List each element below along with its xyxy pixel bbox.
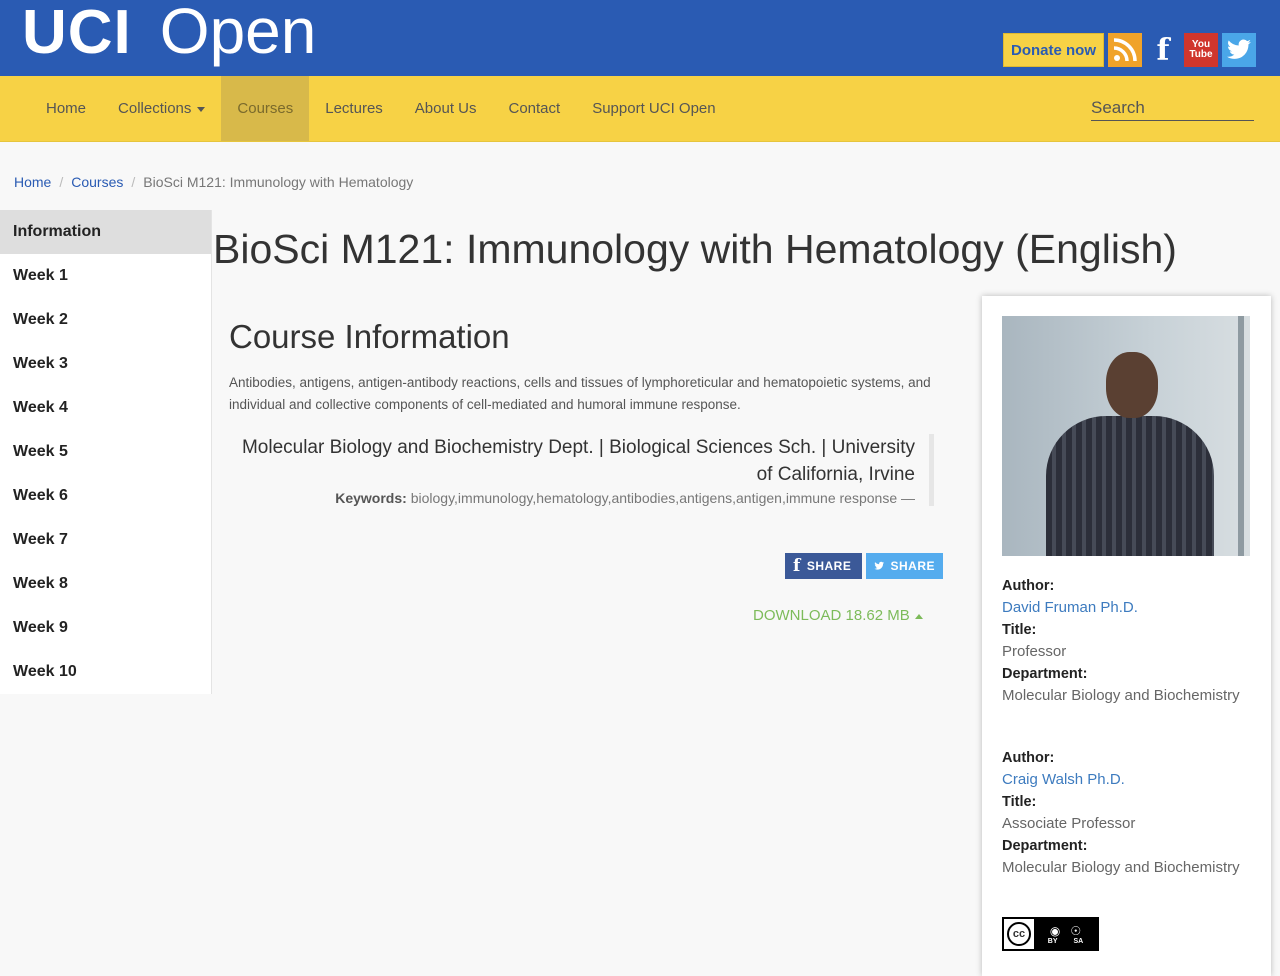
- author-name-link[interactable]: David Fruman Ph.D.: [1002, 597, 1262, 619]
- keywords-label: Keywords:: [335, 490, 407, 506]
- course-sidebar: Information Week 1 Week 2 Week 3 Week 4 …: [0, 210, 212, 694]
- youtube-tube: Tube: [1189, 49, 1213, 60]
- cc-by-icon: ◉: [1049, 923, 1061, 938]
- author-department: Molecular Biology and Biochemistry: [1002, 687, 1240, 704]
- author-label: Author:: [1002, 750, 1055, 766]
- title-label: Title:: [1002, 622, 1037, 638]
- sidebar-item-week-5[interactable]: Week 5: [0, 430, 211, 474]
- rss-glyph: [1113, 38, 1137, 62]
- sidebar-item-week-1[interactable]: Week 1: [0, 254, 211, 298]
- sidebar-item-week-3[interactable]: Week 3: [0, 342, 211, 386]
- facebook-icon[interactable]: f: [1146, 33, 1180, 68]
- social-links: Donate now f You Tube: [1003, 33, 1256, 68]
- nav-contact[interactable]: Contact: [493, 76, 577, 141]
- breadcrumb-home[interactable]: Home: [14, 174, 51, 190]
- photo-person-body: [1046, 416, 1214, 556]
- sidebar-item-week-4[interactable]: Week 4: [0, 386, 211, 430]
- facebook-share-label: SHARE: [806, 559, 852, 573]
- cc-term-icons: ◉ ☉: [1050, 924, 1081, 938]
- sidebar-item-week-7[interactable]: Week 7: [0, 518, 211, 562]
- author-photo: [1002, 316, 1250, 556]
- photo-background-pole: [1238, 316, 1244, 556]
- creative-commons-license-badge[interactable]: cc ◉ ☉ BY SA: [1002, 917, 1099, 951]
- cc-logo: cc: [1004, 919, 1034, 949]
- download-label: DOWNLOAD 18.62 MB: [753, 607, 910, 624]
- cc-sa-icon: ☉: [1070, 923, 1082, 938]
- twitter-icon[interactable]: [1222, 33, 1256, 67]
- course-department: Molecular Biology and Biochemistry Dept.…: [241, 437, 915, 485]
- breadcrumb: Home / Courses / BioSci M121: Immunology…: [14, 174, 413, 190]
- nav-about-us[interactable]: About Us: [399, 76, 493, 141]
- author-name-link[interactable]: Craig Walsh Ph.D.: [1002, 769, 1262, 791]
- nav-courses[interactable]: Courses: [221, 76, 310, 141]
- breadcrumb-separator: /: [59, 174, 64, 190]
- department-label: Department:: [1002, 666, 1088, 682]
- title-label: Title:: [1002, 794, 1037, 810]
- author-label: Author:: [1002, 578, 1055, 594]
- course-title: BioSci M121: Immunology with Hematology …: [213, 226, 1177, 272]
- breadcrumb-current: BioSci M121: Immunology with Hematology: [143, 174, 414, 190]
- nav-lectures[interactable]: Lectures: [309, 76, 399, 141]
- twitter-bird-glyph: [1227, 39, 1251, 59]
- logo-uci: UCI: [22, 0, 132, 67]
- section-title: Course Information: [229, 318, 510, 355]
- facebook-icon: f: [793, 556, 801, 576]
- nav-home[interactable]: Home: [30, 76, 102, 141]
- youtube-icon[interactable]: You Tube: [1184, 33, 1218, 67]
- twitter-icon: [874, 561, 885, 570]
- download-button[interactable]: DOWNLOAD 18.62 MB: [753, 607, 923, 624]
- sidebar-item-week-8[interactable]: Week 8: [0, 562, 211, 606]
- course-description: Antibodies, antigens, antigen-antibody r…: [229, 375, 931, 412]
- sidebar-item-week-10[interactable]: Week 10: [0, 650, 211, 694]
- twitter-share-label: SHARE: [890, 559, 935, 573]
- rss-icon[interactable]: [1108, 33, 1142, 67]
- author-spacer: [1002, 707, 1262, 747]
- cc-terms: ◉ ☉ BY SA: [1034, 919, 1097, 949]
- photo-person-head: [1106, 352, 1158, 418]
- caret-up-icon: [914, 613, 923, 619]
- sidebar-item-week-2[interactable]: Week 2: [0, 298, 211, 342]
- search-input[interactable]: [1091, 98, 1254, 121]
- top-header: UCI Open Donate now f You Tube: [0, 0, 1280, 76]
- breadcrumb-separator: /: [131, 174, 136, 190]
- cc-by-label: BY: [1047, 937, 1058, 945]
- logo-open: Open: [159, 0, 317, 67]
- author-title: Professor: [1002, 643, 1067, 660]
- author-list: Author: David Fruman Ph.D. Title: Profes…: [1002, 575, 1262, 879]
- cc-icon: cc: [1007, 922, 1031, 946]
- sidebar-item-week-9[interactable]: Week 9: [0, 606, 211, 650]
- nav-collections-label: Collections: [118, 100, 192, 117]
- author-department: Molecular Biology and Biochemistry: [1002, 859, 1240, 876]
- nav-collections[interactable]: Collections: [102, 76, 221, 141]
- facebook-share-button[interactable]: f SHARE: [785, 553, 862, 579]
- uci-open-logo[interactable]: UCI Open: [22, 0, 316, 70]
- keywords-value: biology,immunology,hematology,antibodies…: [410, 490, 915, 506]
- sidebar-item-information[interactable]: Information: [0, 210, 211, 254]
- author-title: Associate Professor: [1002, 815, 1136, 832]
- department-blockquote: Molecular Biology and Biochemistry Dept.…: [238, 434, 934, 506]
- sidebar-item-week-6[interactable]: Week 6: [0, 474, 211, 518]
- cc-term-labels: BY SA: [1048, 938, 1083, 945]
- main-nav: Home Collections Courses Lectures About …: [0, 76, 1280, 142]
- donate-button[interactable]: Donate now: [1003, 33, 1104, 67]
- twitter-share-button[interactable]: SHARE: [866, 553, 943, 579]
- course-keywords: Keywords: biology,immunology,hematology,…: [238, 490, 915, 506]
- cc-sa-label: SA: [1073, 937, 1084, 945]
- nav-menu: Home Collections Courses Lectures About …: [30, 76, 732, 141]
- breadcrumb-courses[interactable]: Courses: [71, 174, 123, 190]
- nav-support[interactable]: Support UCI Open: [576, 76, 731, 141]
- department-label: Department:: [1002, 838, 1088, 854]
- caret-down-icon: [197, 106, 206, 112]
